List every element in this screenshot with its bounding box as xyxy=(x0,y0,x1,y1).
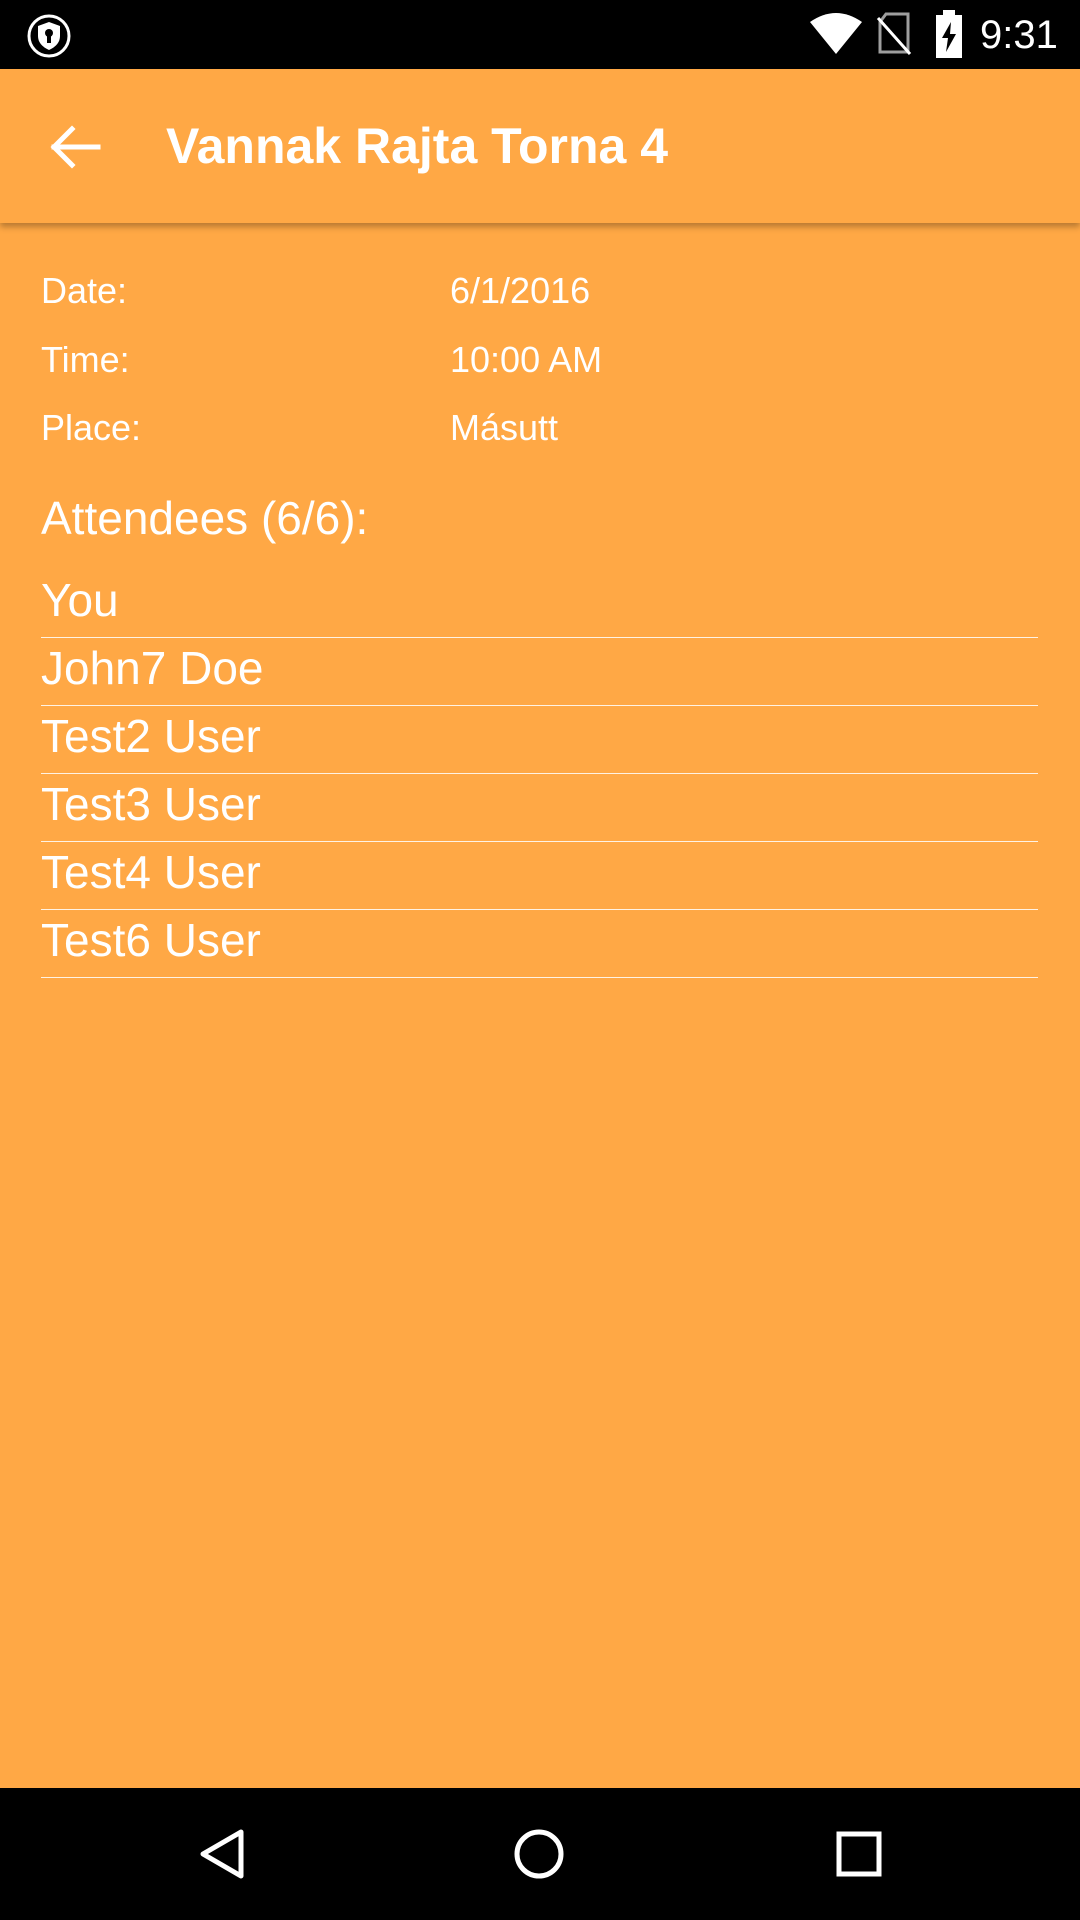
list-item[interactable]: You xyxy=(41,570,1038,638)
place-label: Place: xyxy=(41,407,142,448)
place-value: Másutt xyxy=(450,407,559,448)
back-button[interactable] xyxy=(40,111,112,183)
toolbar: Vannak Rajta Torna 4 xyxy=(0,69,1080,223)
vpn-shield-icon xyxy=(26,13,72,59)
no-sim-icon xyxy=(876,12,912,56)
list-item[interactable]: Test3 User xyxy=(41,774,1038,842)
nav-home-icon xyxy=(503,1829,575,1894)
time-label: Time: xyxy=(41,339,130,380)
arrow-back-icon xyxy=(40,125,112,187)
nav-recents-button[interactable] xyxy=(823,1818,895,1890)
place-row: Place: Másutt xyxy=(41,398,1041,458)
attendees-heading: Attendees (6/6): xyxy=(41,492,369,544)
time-row: Time: 10:00 AM xyxy=(41,330,1041,390)
nav-back-button[interactable] xyxy=(185,1818,257,1890)
screen: 9:31 Vannak Rajta Torna 4 Date: 6/1/2016… xyxy=(0,0,1080,1920)
wifi-icon xyxy=(808,12,864,56)
page-title: Vannak Rajta Torna 4 xyxy=(166,118,669,174)
list-item[interactable]: John7 Doe xyxy=(41,638,1038,706)
status-time: 9:31 xyxy=(980,13,1058,57)
date-label: Date: xyxy=(41,270,128,311)
time-value: 10:00 AM xyxy=(450,339,603,380)
nav-home-button[interactable] xyxy=(503,1818,575,1890)
navigation-bar xyxy=(0,1788,1080,1920)
event-details: Date: 6/1/2016 Time: 10:00 AM Place: Más… xyxy=(0,223,1080,1788)
nav-back-icon xyxy=(185,1829,257,1894)
battery-charging-icon xyxy=(934,10,964,60)
date-value: 6/1/2016 xyxy=(450,270,591,311)
list-item[interactable]: Test2 User xyxy=(41,706,1038,774)
list-item[interactable]: Test6 User xyxy=(41,910,1038,978)
list-item[interactable]: Test4 User xyxy=(41,842,1038,910)
status-bar: 9:31 xyxy=(0,0,1080,69)
date-row: Date: 6/1/2016 xyxy=(41,261,1041,321)
nav-recents-icon xyxy=(823,1831,895,1894)
attendee-list: You John7 Doe Test2 User Test3 User Test… xyxy=(41,570,1038,978)
